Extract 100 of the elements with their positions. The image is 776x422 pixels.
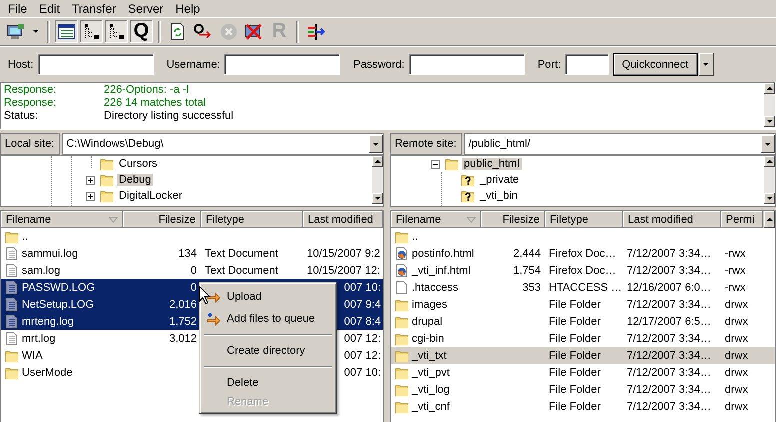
tree-icon	[82, 22, 100, 40]
scroll-down-button[interactable]	[764, 193, 775, 204]
tree-item[interactable]: _private	[478, 174, 522, 186]
file-type: Text Document	[205, 264, 278, 276]
folder-icon	[5, 348, 19, 362]
modified-date: 7/12/2007 3:34…	[627, 248, 712, 260]
scroll-down-button[interactable]	[372, 193, 383, 204]
input-field[interactable]	[224, 54, 340, 75]
folder-icon	[395, 366, 409, 380]
column-header[interactable]: Filetype	[201, 211, 303, 228]
file-type: File Folder	[549, 298, 601, 310]
field-label: Username:	[166, 58, 220, 70]
upload-icon	[207, 290, 221, 304]
menu-item[interactable]: Edit	[33, 2, 66, 16]
scrollbar[interactable]	[764, 83, 775, 127]
dropdown-button[interactable]	[698, 53, 714, 76]
file-type: File Folder	[549, 384, 601, 396]
file-name: WIA	[22, 350, 43, 362]
column-header[interactable]: Last modified	[303, 211, 383, 228]
scroll-up-button[interactable]	[764, 156, 775, 167]
file-name: mrt.log	[22, 332, 56, 344]
column-header[interactable]: Filesize	[123, 211, 201, 228]
input-field[interactable]	[38, 54, 154, 75]
file-name: _vti_cnf	[412, 400, 450, 412]
folder-icon	[395, 314, 409, 328]
tree-item[interactable]: _vti_bin	[478, 190, 520, 202]
permissions: -rwx	[725, 248, 746, 260]
file-name: ..	[412, 230, 418, 242]
dropdown-button[interactable]	[761, 135, 775, 153]
file-name: drupal	[412, 316, 443, 328]
file-name: NetSetup.LOG	[22, 298, 94, 310]
expand-toggle[interactable]	[86, 176, 95, 184]
file-size: 2,016	[169, 298, 197, 310]
column-header[interactable]: Filesize	[481, 211, 545, 228]
scrollbar[interactable]	[764, 156, 775, 204]
folder-icon	[395, 298, 409, 312]
file-size: 353	[522, 282, 541, 294]
scroll-up-button[interactable]	[764, 211, 775, 228]
log-window-icon	[58, 22, 76, 40]
toolbar-button[interactable]	[55, 20, 78, 43]
permissions: -rwx	[725, 264, 746, 276]
tree-item[interactable]: Debug	[117, 174, 154, 186]
dropdown-button[interactable]	[369, 135, 383, 153]
tree-item[interactable]: DigitalLocker	[117, 190, 185, 202]
file-type: File Folder	[549, 316, 601, 328]
toolbar-button[interactable]	[80, 20, 103, 43]
menu-item[interactable]: File	[2, 2, 34, 16]
column-header[interactable]: Filetype	[545, 211, 623, 228]
file-size: 0	[190, 264, 197, 276]
tree-item[interactable]: public_html	[462, 158, 522, 170]
scrollbar[interactable]	[372, 156, 383, 204]
queue-arrow-icon	[193, 22, 213, 40]
menu-item[interactable]: Transfer	[66, 2, 122, 16]
expand-toggle[interactable]	[86, 192, 95, 200]
compare-icon	[306, 22, 326, 40]
refresh-icon	[168, 22, 186, 40]
file-size: 1,754	[513, 264, 541, 276]
file-type: HTACCESS …	[549, 282, 622, 294]
input-field[interactable]	[408, 54, 525, 75]
modified-date: 007 10:	[344, 282, 381, 294]
file-type: Firefox Doc…	[549, 248, 616, 260]
log-label: Status:	[4, 110, 40, 123]
file-size: 0	[190, 282, 197, 294]
menu-item[interactable]: Server	[122, 2, 170, 16]
caret-icon	[33, 30, 39, 33]
toolbar-button[interactable]: Q	[130, 20, 153, 43]
menu-option[interactable]: Delete	[202, 372, 334, 394]
scroll-down-button[interactable]	[764, 116, 775, 127]
path-field[interactable]: C:\Windows\Debug\	[62, 133, 384, 155]
column-header[interactable]: Permi	[721, 211, 763, 228]
blank-file-icon	[395, 280, 409, 294]
menu-option[interactable]: Add files to queue	[202, 308, 334, 330]
input-field[interactable]	[565, 54, 610, 75]
cancel-icon	[220, 22, 238, 40]
folder-icon	[100, 189, 114, 203]
path-field[interactable]: /public_html/	[464, 133, 776, 155]
file-name: _vti_txt	[412, 350, 447, 362]
menu-option[interactable]: Create directory	[202, 340, 334, 362]
column-header[interactable]: Last modified	[623, 211, 721, 228]
file-name: PASSWD.LOG	[22, 282, 96, 294]
modified-date: 007 12:	[344, 350, 381, 362]
unknown-folder-icon	[461, 173, 475, 187]
document-icon	[5, 246, 19, 260]
sort-icon	[109, 216, 118, 222]
column-header[interactable]: Filename	[1, 211, 123, 228]
menu-item[interactable]: Help	[170, 2, 206, 16]
file-name: _vti_log	[412, 384, 450, 396]
scroll-up-button[interactable]	[372, 156, 383, 167]
quickconnect-button[interactable]: Quickconnect	[613, 53, 698, 76]
modified-date: 7/12/2007 3:34…	[627, 298, 712, 310]
column-header[interactable]: Filename	[391, 211, 481, 228]
toolbar-button[interactable]	[105, 20, 128, 43]
modified-date: 10/15/2007 12:	[307, 264, 380, 276]
pointer-icon	[199, 286, 211, 305]
modified-date: 12/17/2007 6:5…	[627, 316, 712, 328]
file-type: Firefox Doc…	[549, 264, 616, 276]
scroll-up-button[interactable]	[764, 83, 775, 94]
modified-date: 007 8:4	[344, 316, 381, 328]
collapse-toggle[interactable]	[431, 160, 440, 168]
tree-item[interactable]: Cursors	[117, 158, 160, 170]
